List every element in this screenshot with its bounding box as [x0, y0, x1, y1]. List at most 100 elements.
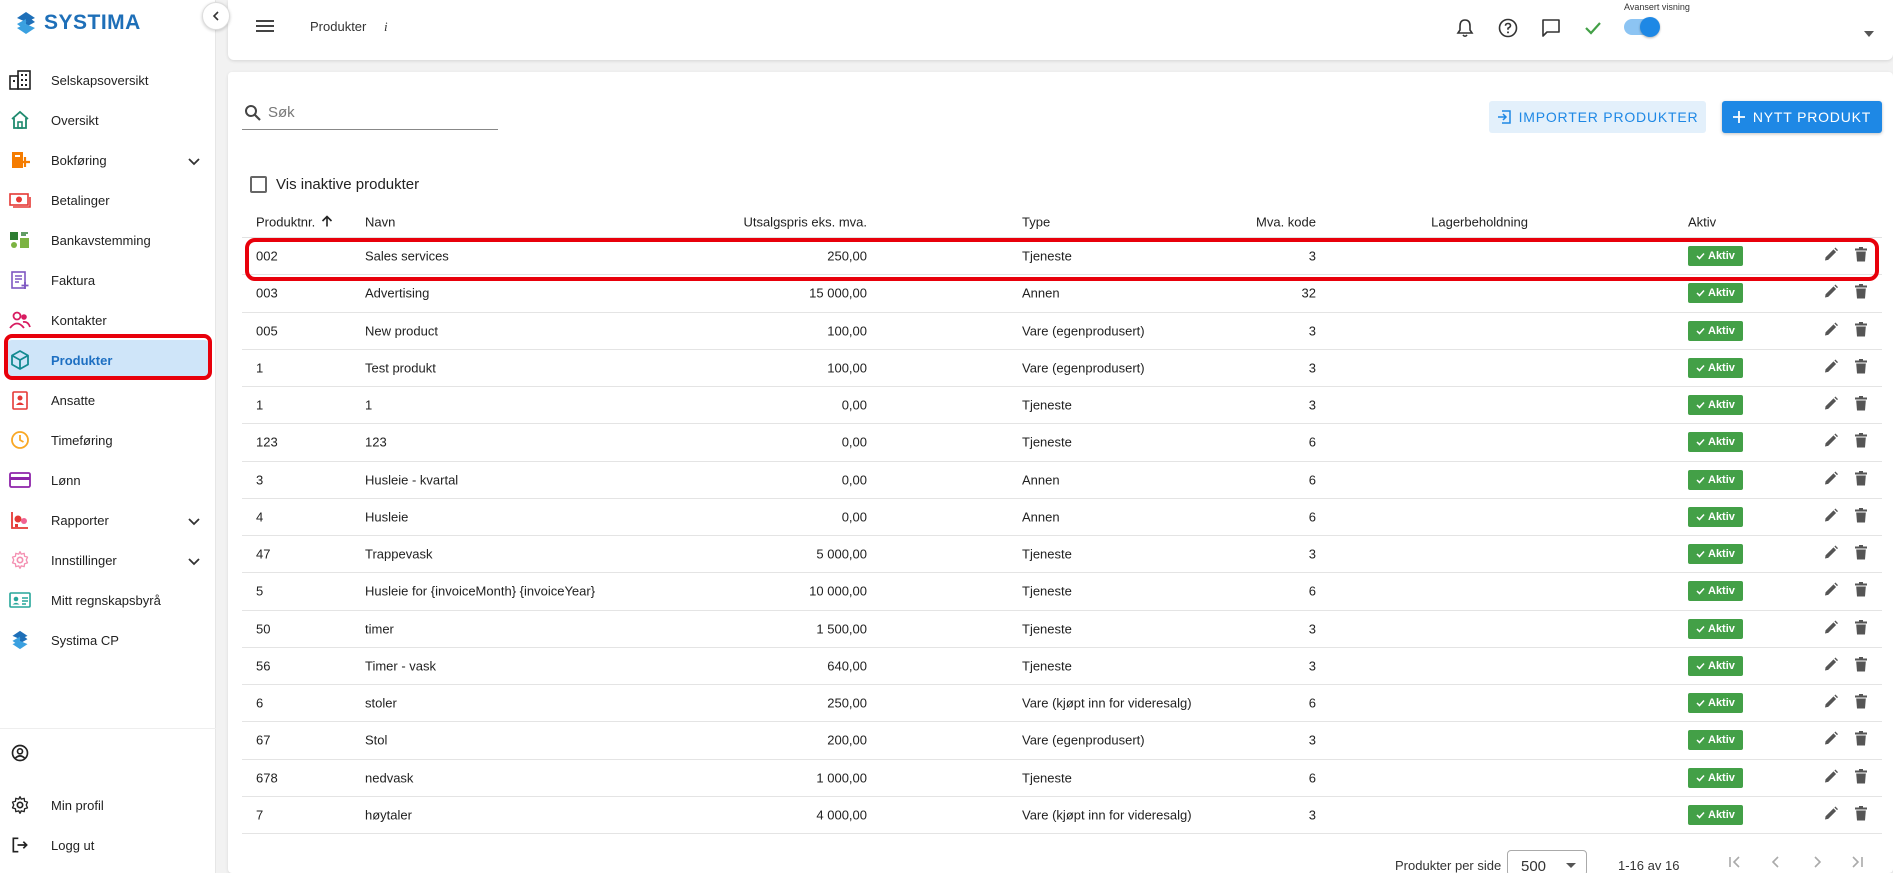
table-row[interactable]: 56 Timer - vask 640,00 Tjeneste 3 Aktiv [242, 648, 1882, 685]
trash-icon[interactable] [1854, 731, 1868, 750]
sidebar-item-ansatte[interactable]: Ansatte [0, 380, 216, 420]
last-page-icon[interactable] [1850, 855, 1864, 872]
sidebar-item-logg-ut[interactable]: Logg ut [0, 825, 216, 865]
chevron-down-icon[interactable] [188, 153, 200, 171]
cell-aktiv: Aktiv [1688, 767, 1743, 788]
header-aktiv[interactable]: Aktiv [1688, 214, 1716, 229]
header-pris[interactable]: Utsalgspris eks. mva. [743, 214, 867, 229]
search-input[interactable] [268, 104, 493, 121]
trash-icon[interactable] [1854, 284, 1868, 303]
info-icon[interactable]: i [384, 19, 388, 35]
trash-icon[interactable] [1854, 321, 1868, 340]
per-page-select[interactable]: 500 [1507, 850, 1587, 873]
table-row[interactable]: 67 Stol 200,00 Vare (egenprodusert) 3 Aktiv [242, 722, 1882, 760]
import-products-button[interactable]: IMPORTER PRODUKTER [1489, 101, 1706, 133]
sidebar-item-selskapsoversikt[interactable]: Selskapsoversikt [0, 60, 216, 100]
table-row[interactable]: 7 høytaler 4 000,00 Vare (kjøpt inn for vid… [242, 797, 1882, 834]
sidebar-item-timeføring[interactable]: Timeføring [0, 420, 216, 460]
sidebar-item-kontakter[interactable]: Kontakter [0, 300, 216, 340]
sidebar-item-lønn[interactable]: Lønn [0, 460, 216, 500]
table-row[interactable]: 50 timer 1 500,00 Tjeneste 3 Aktiv [242, 611, 1882, 648]
pencil-icon[interactable] [1823, 358, 1839, 377]
sidebar-item-faktura[interactable]: Faktura [0, 260, 216, 300]
pencil-icon[interactable] [1823, 805, 1839, 824]
table-row[interactable]: 4 Husleie 0,00 Annen 6 Aktiv [242, 499, 1882, 536]
header-mva[interactable]: Mva. kode [1256, 214, 1316, 229]
trash-icon[interactable] [1854, 694, 1868, 713]
table-row[interactable]: 002 Sales services 250,00 Tjeneste 3 Aktiv [242, 238, 1882, 276]
sidebar-item-min-profil[interactable]: Min profil [0, 785, 216, 825]
menu-icon[interactable] [256, 18, 274, 39]
table-row[interactable]: 47 Trappevask 5 000,00 Tjeneste 3 Aktiv [242, 536, 1882, 574]
table-row[interactable]: 1 1 0,00 Tjeneste 3 Aktiv [242, 387, 1882, 425]
status-badge-label: Aktiv [1708, 250, 1735, 263]
pencil-icon[interactable] [1823, 507, 1839, 526]
help-icon[interactable] [1496, 16, 1520, 40]
prev-page-icon[interactable] [1769, 855, 1783, 872]
cell-type: Vare (egenprodusert) [1022, 732, 1145, 748]
sidebar-item-oversikt[interactable]: Oversikt [0, 100, 216, 140]
pencil-icon[interactable] [1823, 284, 1839, 303]
chat-icon[interactable] [1539, 16, 1563, 40]
pencil-icon[interactable] [1823, 768, 1839, 787]
advanced-view-toggle[interactable] [1624, 17, 1660, 37]
chevron-down-icon[interactable] [188, 513, 200, 531]
table-row[interactable]: 678 nedvask 1 000,00 Tjeneste 6 Aktiv [242, 760, 1882, 797]
table-row[interactable]: 3 Husleie - kvartal 0,00 Annen 6 Aktiv [242, 462, 1882, 499]
trash-icon[interactable] [1854, 545, 1868, 564]
cell-mva: 3 [1308, 621, 1316, 637]
new-product-button[interactable]: NYTT PRODUKT [1722, 101, 1882, 133]
trash-icon[interactable] [1854, 507, 1868, 526]
table-row[interactable]: 6 stoler 250,00 Vare (kjøpt inn for videres… [242, 685, 1882, 723]
pencil-icon[interactable] [1823, 582, 1839, 601]
pencil-icon[interactable] [1823, 247, 1839, 266]
collapse-sidebar-button[interactable] [202, 2, 230, 30]
trash-icon[interactable] [1854, 768, 1868, 787]
pencil-icon[interactable] [1823, 656, 1839, 675]
pencil-icon[interactable] [1823, 321, 1839, 340]
trash-icon[interactable] [1854, 582, 1868, 601]
sidebar-item-mitt-regnskapsbyrå[interactable]: Mitt regnskapsbyrå [0, 580, 216, 620]
table-row[interactable]: 005 New product 100,00 Vare (egenprodusert)… [242, 313, 1882, 350]
first-page-icon[interactable] [1728, 855, 1742, 872]
pencil-icon[interactable] [1823, 470, 1839, 489]
table-row[interactable]: 123 123 0,00 Tjeneste 6 Aktiv [242, 424, 1882, 462]
sidebar-item-systima-cp[interactable]: Systima CP [0, 620, 216, 660]
pencil-icon[interactable] [1823, 433, 1839, 452]
trash-icon[interactable] [1854, 396, 1868, 415]
table-row[interactable]: 003 Advertising 15 000,00 Annen 32 Aktiv [242, 275, 1882, 313]
trash-icon[interactable] [1854, 470, 1868, 489]
trash-icon[interactable] [1854, 247, 1868, 266]
search-field[interactable] [242, 100, 498, 130]
trash-icon[interactable] [1854, 656, 1868, 675]
sidebar-item-innstillinger[interactable]: Innstillinger [0, 540, 216, 580]
next-page-icon[interactable] [1810, 855, 1824, 872]
sidebar-item-bokføring[interactable]: Bokføring [0, 140, 216, 180]
show-inactive-label[interactable]: Vis inaktive produkter [276, 176, 419, 193]
sidebar-item-rapporter[interactable]: Rapporter [0, 500, 216, 540]
sidebar-item-betalinger[interactable]: Betalinger [0, 180, 216, 220]
show-inactive-checkbox[interactable] [250, 176, 267, 193]
trash-icon[interactable] [1854, 805, 1868, 824]
trash-icon[interactable] [1854, 433, 1868, 452]
chevron-down-icon[interactable] [188, 553, 200, 571]
trash-icon[interactable] [1854, 619, 1868, 638]
user-avatar-item[interactable] [0, 733, 216, 773]
brand-logo[interactable]: SYSTIMA [14, 8, 141, 38]
table-row[interactable]: 5 Husleie for {invoiceMonth} {invoiceYear… [242, 573, 1882, 611]
pencil-icon[interactable] [1823, 545, 1839, 564]
sidebar-item-bankavstemming[interactable]: Bankavstemming [0, 220, 216, 260]
header-produktnr[interactable]: Produktnr. [256, 214, 333, 229]
table-row[interactable]: 1 Test produkt 100,00 Vare (egenprodusert) 3… [242, 350, 1882, 387]
bell-icon[interactable] [1453, 16, 1477, 40]
chevron-down-icon[interactable] [1864, 24, 1874, 42]
pencil-icon[interactable] [1823, 694, 1839, 713]
header-lager[interactable]: Lagerbeholdning [1431, 214, 1528, 229]
pencil-icon[interactable] [1823, 396, 1839, 415]
pencil-icon[interactable] [1823, 619, 1839, 638]
sidebar-item-produkter[interactable]: Produkter [6, 340, 210, 380]
header-navn[interactable]: Navn [365, 214, 395, 229]
pencil-icon[interactable] [1823, 731, 1839, 750]
header-type[interactable]: Type [1022, 214, 1050, 229]
trash-icon[interactable] [1854, 358, 1868, 377]
